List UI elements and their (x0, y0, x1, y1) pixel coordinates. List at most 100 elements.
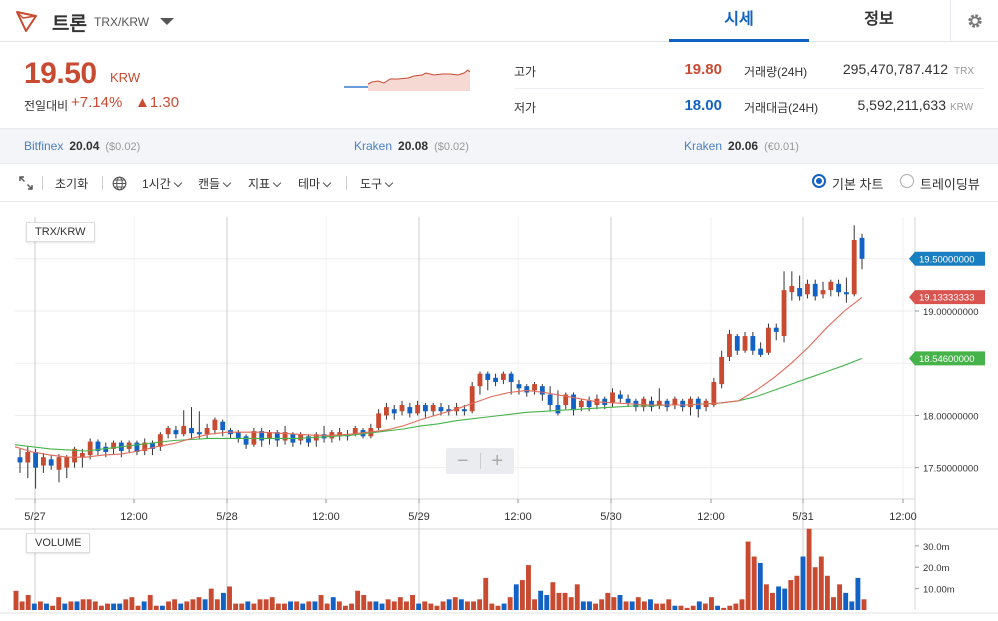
volume-bar (495, 605, 501, 610)
volume-bar (605, 592, 611, 610)
settings-button[interactable] (950, 0, 998, 42)
theme-dropdown[interactable]: 테마 (298, 175, 332, 192)
tradingview-label[interactable]: 트레이딩뷰 (920, 174, 980, 193)
globe-icon[interactable] (112, 176, 127, 191)
candle-body (711, 382, 717, 405)
low-label: 저가 (514, 101, 537, 115)
basic-chart-radio[interactable] (812, 174, 826, 188)
basic-chart-label[interactable]: 기본 차트 (832, 174, 883, 193)
candle-body (33, 452, 39, 468)
candle-body (235, 432, 241, 439)
candle-body (376, 413, 382, 428)
exchange-item[interactable]: Bitfinex 20.04 ($0.02) (24, 139, 140, 153)
candle-body (625, 398, 631, 403)
volume-bar (788, 580, 794, 610)
volume-bar (556, 592, 562, 610)
candle-body (422, 405, 428, 412)
candle-body (399, 405, 405, 412)
tab-info[interactable]: 정보 (809, 0, 949, 42)
ma-fast-line (14, 296, 863, 458)
volume-bar (727, 605, 733, 610)
candle-body (547, 394, 553, 405)
candle-body (212, 419, 218, 431)
volume-bar (80, 599, 86, 610)
exchange-name: Kraken (354, 139, 393, 153)
volume-bar (715, 605, 721, 610)
candle-body (680, 400, 686, 408)
x-tick-label: 12:00 (889, 511, 917, 523)
theme-label: 테마 (298, 177, 321, 191)
volume-bar (342, 605, 348, 610)
indicator-dropdown[interactable]: 지표 (248, 175, 282, 192)
volume-bar (312, 601, 318, 610)
volume-bar (513, 584, 519, 610)
volume-bar (37, 601, 43, 610)
interval-dropdown[interactable]: 1시간 (142, 175, 183, 192)
candle-dropdown[interactable]: 캔들 (198, 175, 232, 192)
volume-bar (452, 597, 458, 610)
exchange-item[interactable]: Kraken 20.06 (€0.01) (684, 139, 799, 153)
candle-body (56, 457, 62, 470)
candle-body (165, 427, 171, 435)
candle-body (391, 409, 397, 414)
candle-body (851, 239, 857, 295)
volume-unit: TRX (954, 66, 974, 77)
volume-bar (678, 605, 684, 610)
volume-bar (141, 601, 147, 610)
coin-select-chevron-down-icon[interactable] (160, 18, 174, 25)
volume-bar (147, 595, 153, 610)
candlestick-chart[interactable]: 19.00000000 18.00000000 17.50000000 19.5000… (0, 203, 998, 621)
candle-body (742, 336, 748, 351)
volume-bar (269, 597, 275, 610)
candle-label: 캔들 (198, 177, 221, 191)
tradingview-radio[interactable] (900, 174, 914, 188)
candle-body (789, 285, 795, 293)
tools-dropdown[interactable]: 도구 (360, 175, 394, 192)
volume-bar (666, 599, 672, 610)
volume-bar (86, 599, 92, 610)
candle-body (493, 377, 498, 383)
volume-bar (172, 599, 178, 610)
coin-name: 트론 (52, 14, 87, 35)
toolbar-divider (42, 176, 43, 190)
expand-icon[interactable] (19, 176, 33, 190)
zoom-out-button[interactable]: − (446, 449, 480, 473)
volume-bar (105, 603, 110, 610)
candle-body (17, 457, 23, 463)
volume-bar (824, 575, 830, 610)
trade-value-label: 거래대금(24H) (744, 101, 819, 115)
candle-body (805, 283, 810, 295)
zoom-in-button[interactable]: + (481, 449, 515, 473)
volume-bar (50, 605, 56, 610)
exchange-item[interactable]: Kraken 20.08 ($0.02) (354, 139, 469, 153)
volume-bar (458, 599, 464, 610)
tab-price[interactable]: 시세 (669, 0, 809, 42)
candle-body (64, 457, 70, 468)
candle-body (430, 405, 436, 412)
volume-bar (696, 601, 702, 610)
tron-logo-icon (16, 11, 37, 32)
y-tick-label: 19.00000000 (923, 307, 978, 318)
candle-body (157, 434, 163, 447)
volume-bar (538, 590, 544, 610)
volume-bar (330, 597, 336, 610)
volume-bar (831, 597, 836, 610)
volume-bar (404, 601, 409, 610)
volume-bar (324, 603, 330, 610)
volume-bar (397, 597, 403, 610)
volume-bar (190, 599, 196, 610)
candle-body (750, 336, 756, 351)
chevron-down-icon (173, 178, 183, 188)
volume-bar (471, 601, 476, 610)
candle-body (797, 288, 803, 297)
price-marker-label: 19.13333333 (919, 293, 974, 304)
x-tick-label: 12:00 (312, 511, 340, 523)
price-chart-area[interactable]: 19.00000000 18.00000000 17.50000000 19.5000… (0, 203, 998, 621)
candle-body (773, 327, 779, 332)
volume-bar (721, 607, 727, 610)
volume-bar (611, 597, 617, 610)
volume-bar (135, 605, 141, 610)
reset-button[interactable]: 초기화 (55, 175, 88, 192)
candle-body (524, 386, 530, 393)
volume-bar (770, 592, 775, 610)
